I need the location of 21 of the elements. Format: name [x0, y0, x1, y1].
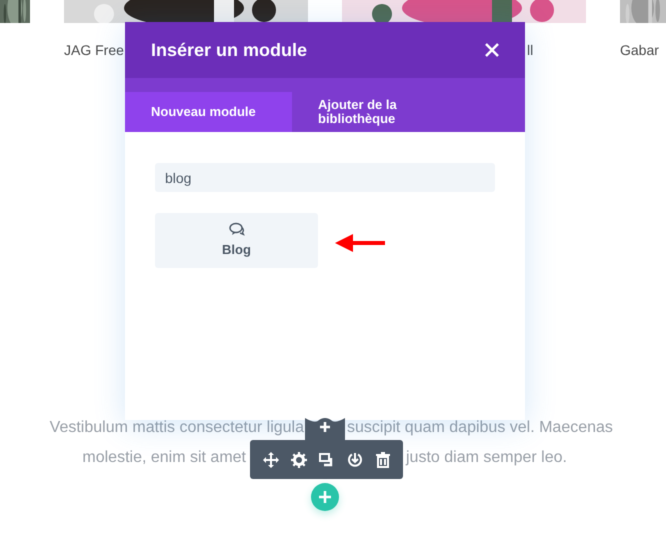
arrow-icon — [335, 233, 387, 253]
paragraph-text: Vestibulum mattis consectetur ligula — [48, 418, 304, 438]
close-icon[interactable] — [485, 43, 499, 57]
module-button[interactable]: Blog — [155, 213, 318, 268]
product-title: Gabar — [620, 41, 659, 60]
search-field[interactable]: blog — [155, 163, 495, 192]
paragraph-text: molestie, enim sit amet — [81, 448, 246, 468]
product-title: JAG Free — [64, 41, 124, 60]
move-icon[interactable] — [262, 452, 278, 468]
tab[interactable]: Ajouter de la bibliothèque — [292, 78, 437, 132]
paragraph-text: suscipit quam dapibus vel. Maecenas — [347, 418, 613, 438]
download-icon[interactable] — [346, 452, 362, 468]
product-title: ll — [527, 41, 534, 60]
paragraph-text: justo diam semper leo. — [406, 448, 567, 468]
modal-title: Insérer un module — [151, 38, 308, 62]
duplicate-icon[interactable] — [318, 452, 334, 468]
speech-bubbles-icon — [228, 222, 244, 236]
tab[interactable]: Nouveau module — [125, 92, 292, 132]
plus-icon — [319, 491, 331, 503]
trash-icon[interactable] — [374, 452, 390, 468]
settings-icon[interactable] — [290, 452, 306, 468]
